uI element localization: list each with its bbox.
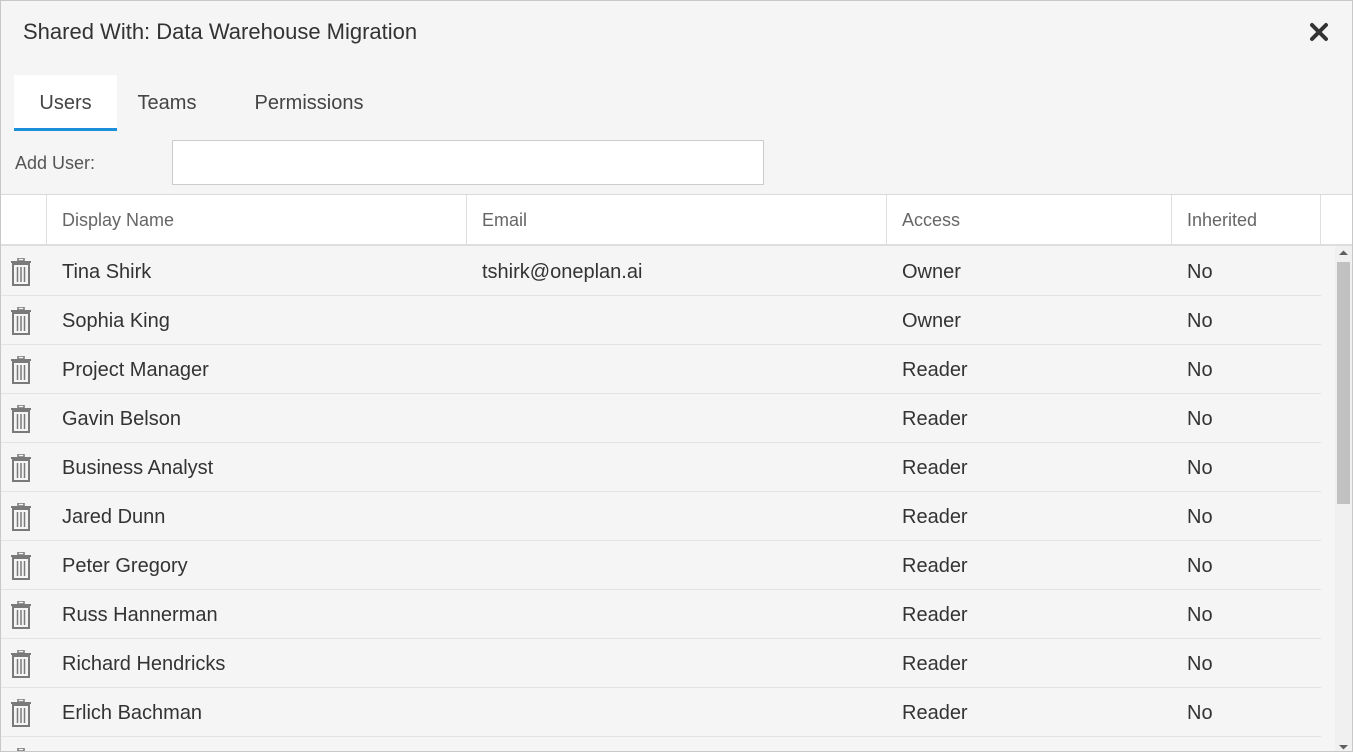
trash-icon[interactable] (10, 453, 32, 482)
column-header-inherited[interactable]: Inherited (1171, 195, 1321, 244)
access-cell: Reader (902, 457, 968, 479)
scroll-down-arrow-icon[interactable] (1335, 740, 1352, 751)
inherited-cell: No (1187, 408, 1213, 430)
tab-teams[interactable]: Teams (129, 75, 205, 128)
access-cell: Reader (902, 408, 968, 430)
add-user-input[interactable] (172, 140, 764, 185)
close-icon[interactable] (1308, 21, 1330, 43)
column-header-email[interactable]: Email (466, 195, 886, 244)
access-cell: Reader (902, 702, 968, 724)
display-name-cell: Sophia King (62, 310, 170, 332)
email-cell: tshirk@oneplan.ai (482, 261, 643, 283)
access-cell: Reader (902, 653, 968, 675)
dialog-title: Shared With: Data Warehouse Migration (23, 19, 418, 44)
trash-icon[interactable] (10, 257, 32, 286)
table-row[interactable]: Sophia King Owner No (1, 295, 1321, 345)
trash-icon[interactable] (10, 649, 32, 678)
trash-icon[interactable] (10, 551, 32, 580)
display-name-cell: Gavin Belson (62, 408, 181, 430)
access-cell: Owner (902, 261, 961, 283)
trash-icon[interactable] (10, 502, 32, 531)
display-name-cell: Erlich Bachman (62, 702, 203, 724)
trash-icon[interactable] (10, 306, 32, 335)
display-name-cell: Peter Gregory (62, 555, 188, 577)
display-name-cell: Business Analyst (62, 457, 214, 479)
table-row[interactable]: Erlich Bachman Reader No (1, 687, 1321, 737)
access-cell: Reader (902, 604, 968, 626)
scroll-up-arrow-icon[interactable] (1335, 246, 1352, 258)
column-header-access[interactable]: Access (886, 195, 1171, 244)
table-row[interactable]: Tina Shirk tshirk@oneplan.ai Owner No (1, 246, 1321, 296)
inherited-cell: No (1187, 702, 1213, 724)
inherited-cell: No (1187, 310, 1213, 332)
table-row-partial[interactable] (1, 736, 1321, 751)
access-cell: Reader (902, 555, 968, 577)
inherited-cell: No (1187, 604, 1213, 626)
trash-icon[interactable] (10, 404, 32, 433)
add-user-label: Add User: (15, 153, 96, 173)
table-row[interactable]: Business Analyst Reader No (1, 442, 1321, 492)
trash-icon[interactable] (10, 355, 32, 384)
trash-icon[interactable] (10, 747, 32, 751)
display-name-cell: Richard Hendricks (62, 653, 226, 675)
trash-icon[interactable] (10, 698, 32, 727)
tab-users[interactable]: Users (14, 75, 117, 131)
display-name-cell: Russ Hannerman (62, 604, 218, 626)
column-header-display-name[interactable]: Display Name (46, 195, 466, 244)
access-cell: Reader (902, 506, 968, 528)
inherited-cell: No (1187, 506, 1213, 528)
vertical-scrollbar[interactable] (1335, 246, 1352, 751)
trash-icon[interactable] (10, 600, 32, 629)
display-name-cell: Tina Shirk (62, 261, 152, 283)
inherited-cell: No (1187, 555, 1213, 577)
inherited-cell: No (1187, 261, 1213, 283)
table-row[interactable]: Russ Hannerman Reader No (1, 589, 1321, 639)
inherited-cell: No (1187, 457, 1213, 479)
tab-permissions[interactable]: Permissions (249, 75, 369, 128)
display-name-cell: Jared Dunn (62, 506, 166, 528)
table-row[interactable]: Jared Dunn Reader No (1, 491, 1321, 541)
display-name-cell: Project Manager (62, 359, 209, 381)
users-table: Display Name Email Access Inherited Tina… (1, 194, 1352, 751)
scrollbar-thumb[interactable] (1337, 262, 1350, 504)
access-cell: Reader (902, 359, 968, 381)
table-row[interactable]: Project Manager Reader No (1, 344, 1321, 394)
share-dialog: Shared With: Data Warehouse Migration Us… (0, 0, 1353, 752)
table-row[interactable]: Gavin Belson Reader No (1, 393, 1321, 443)
inherited-cell: No (1187, 653, 1213, 675)
inherited-cell: No (1187, 359, 1213, 381)
table-row[interactable]: Peter Gregory Reader No (1, 540, 1321, 590)
table-header: Display Name Email Access Inherited (1, 195, 1352, 246)
access-cell: Owner (902, 310, 961, 332)
table-row[interactable]: Richard Hendricks Reader No (1, 638, 1321, 688)
